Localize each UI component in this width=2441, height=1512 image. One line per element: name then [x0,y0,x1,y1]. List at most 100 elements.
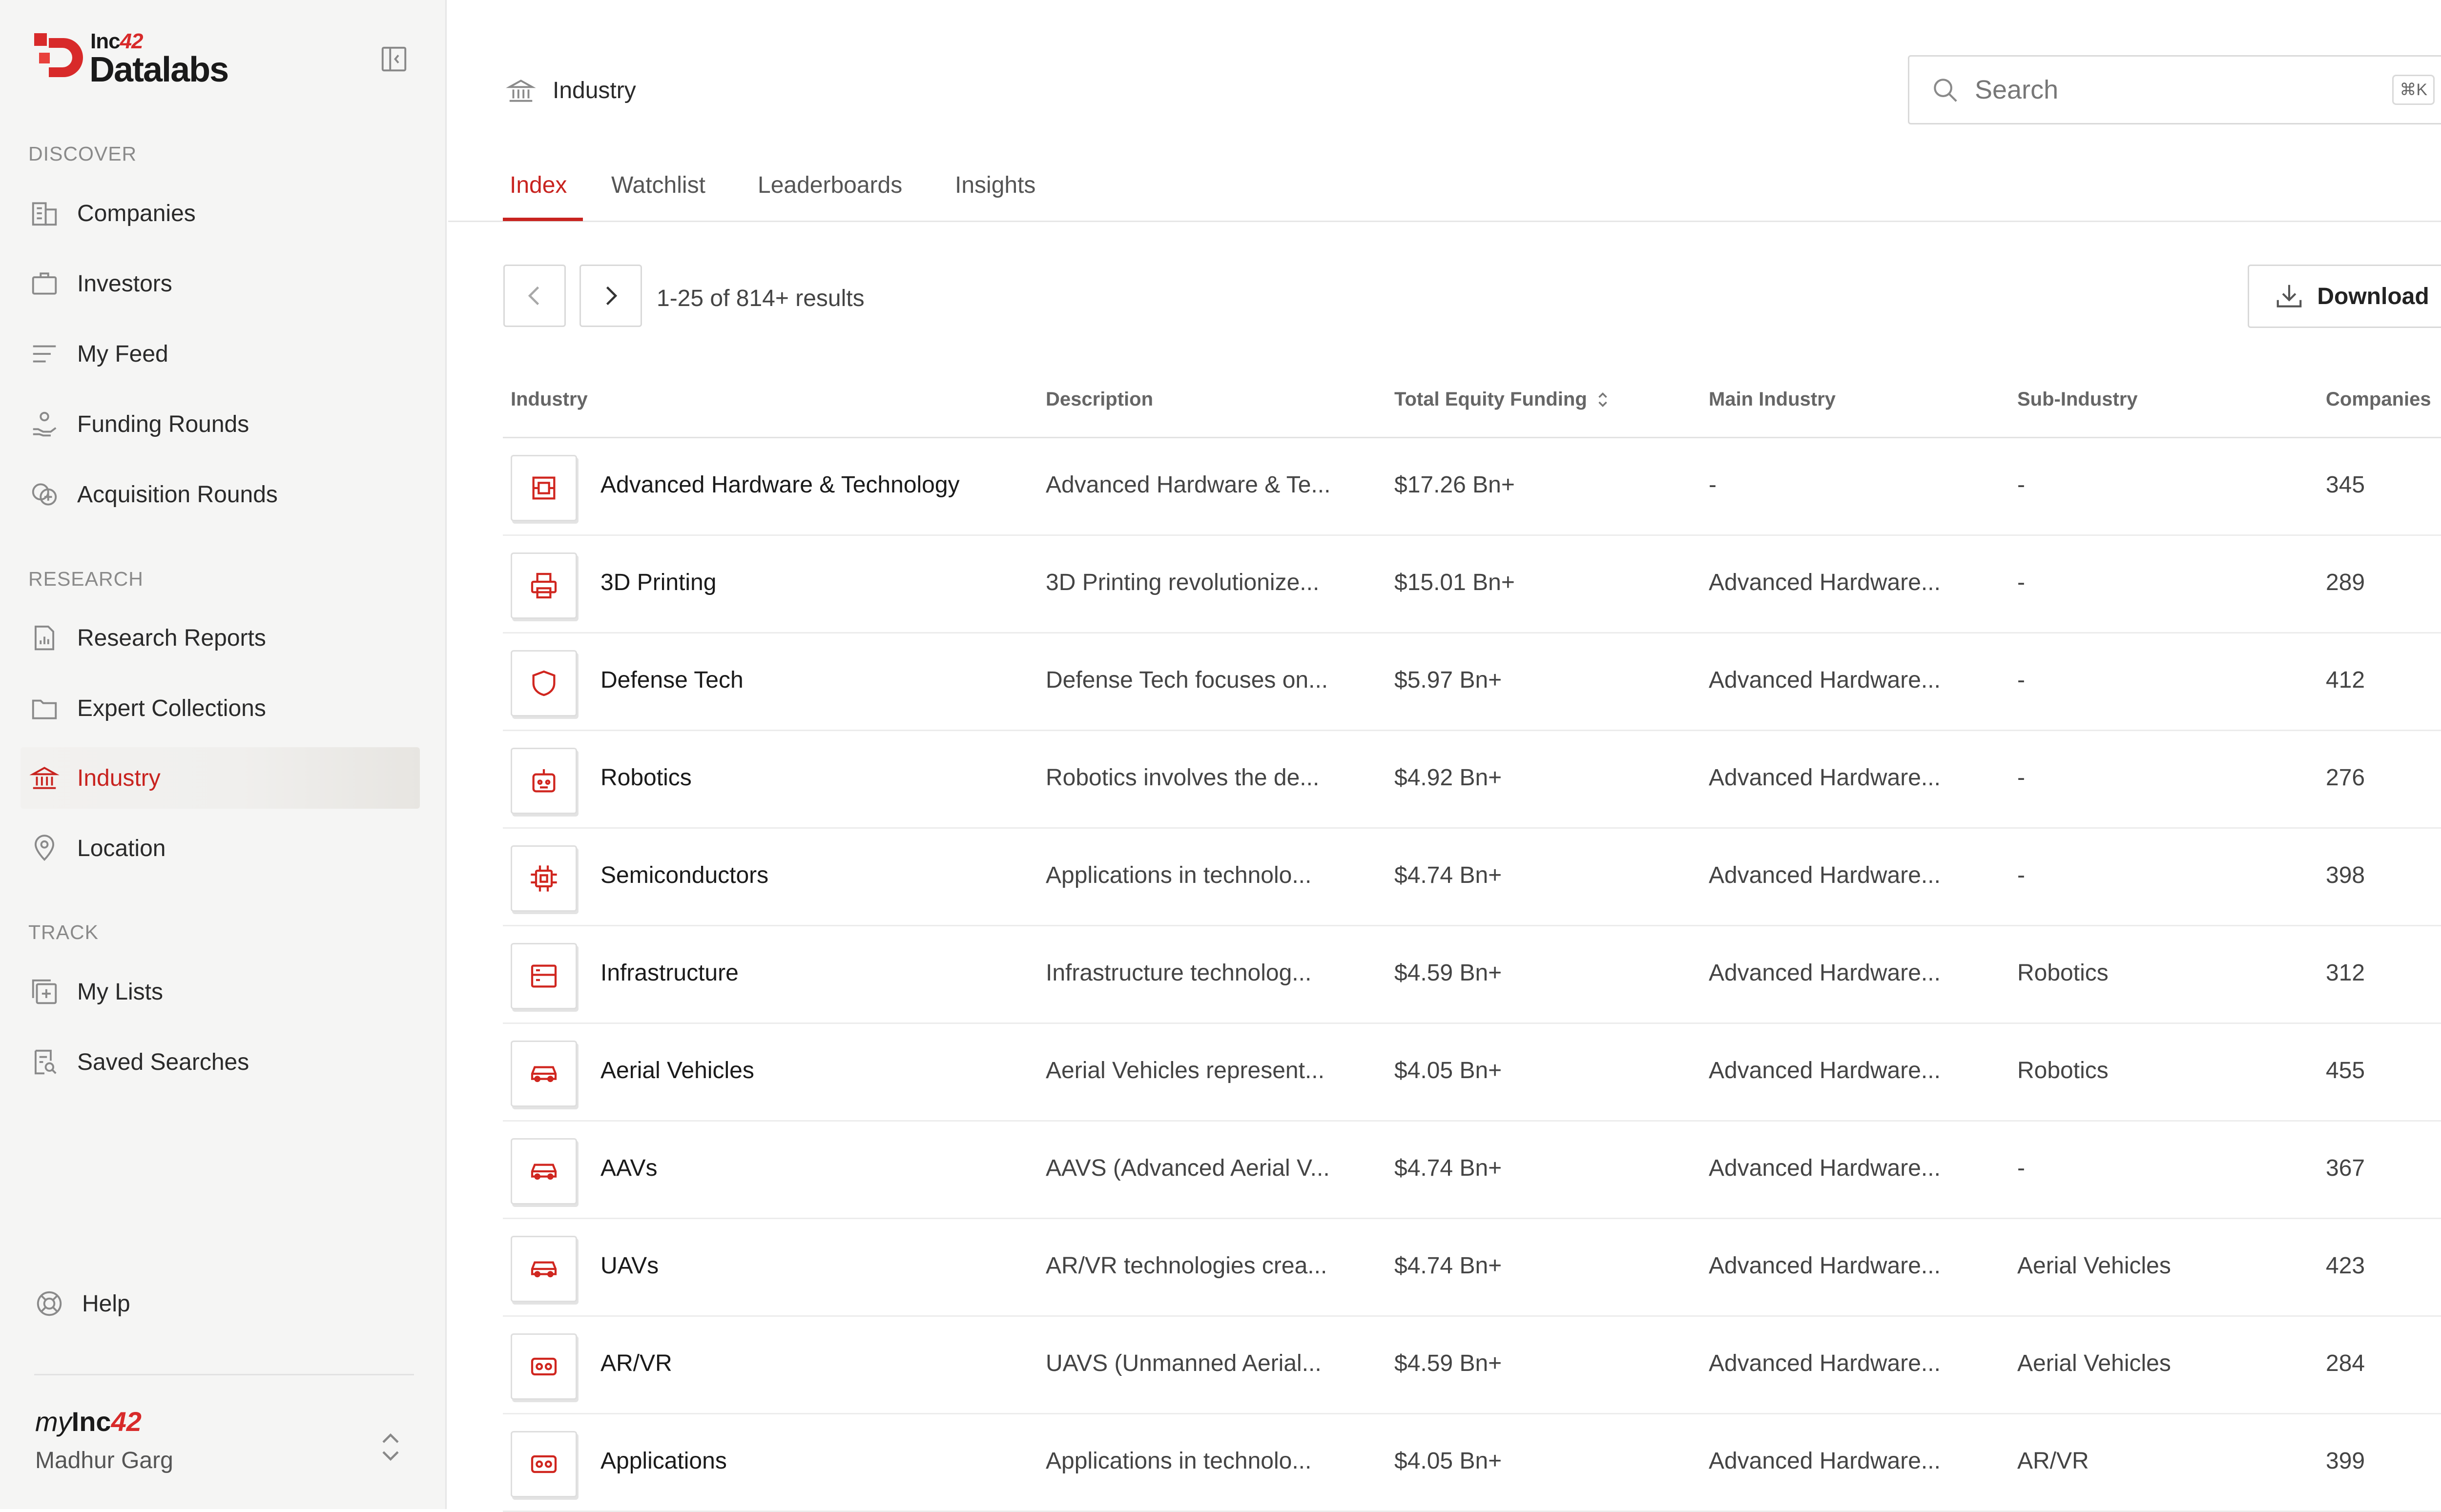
car-icon [531,1164,557,1180]
sidebar-item-my-lists[interactable]: My Lists [21,961,420,1022]
description-cell: UAVS (Unmanned Aerial... [1046,1350,1322,1376]
description-cell: Applications in technolo... [1046,862,1312,888]
table-row[interactable]: AR/VR UAVS (Unmanned Aerial... $4.59 Bn+ Ad… [503,1317,2441,1414]
collapse-sidebar-icon[interactable] [379,44,409,74]
industry-name-link[interactable]: Advanced Hardware & Technology [600,471,960,498]
printer-icon [531,572,557,599]
sidebar-item-label: Funding Rounds [77,411,249,437]
next-page-button[interactable] [579,265,642,327]
download-icon [2277,285,2302,307]
funding-cell: $4.92 Bn+ [1394,765,1502,791]
main-industry-cell: Advanced Hardware... [1709,570,1941,595]
funding-cell: $5.97 Bn+ [1394,667,1502,693]
table-row[interactable]: Applications Applications in technolo... $… [503,1414,2441,1512]
myinc-logo: myInc42 [35,1406,142,1437]
sidebar-item-label: Companies [77,200,196,226]
results-count: 1-25 of 814+ results [657,286,865,311]
sidebar-item-industry[interactable]: Industry [21,747,420,809]
building-icon [32,202,57,226]
industry-name-link[interactable]: AAVs [600,1155,657,1182]
tab-insights[interactable]: Insights [955,172,1035,199]
sidebar-item-saved-searches[interactable]: Saved Searches [21,1031,420,1093]
industry-name-link[interactable]: Robotics [600,764,692,791]
industry-name-link[interactable]: Infrastructure [600,960,739,986]
industry-name-link[interactable]: Semiconductors [600,862,768,889]
sidebar-item-funding-rounds[interactable]: Funding Rounds [21,393,420,455]
sidebar-item-location[interactable]: Location [21,817,420,879]
sidebar-item-label: Acquisition Rounds [77,481,278,508]
sidebar: Inc42 Datalabs DISCOVER Companies Invest… [0,0,447,1509]
sub-industry-cell: - [2017,570,2025,595]
main-industry-cell: - [1709,472,1717,498]
table-row[interactable]: Aerial Vehicles Aerial Vehicles represent… [503,1024,2441,1122]
sort-descending-icon [2438,390,2441,409]
sidebar-item-acquisition-rounds[interactable]: Acquisition Rounds [21,464,420,525]
briefcase-icon [32,272,57,295]
table-row[interactable]: Robotics Robotics involves the de... $4.92… [503,731,2441,829]
industry-icon-tile [511,552,577,619]
companies-count-cell: 312 [2326,960,2365,986]
help-link[interactable]: Help [34,1288,130,1319]
table-row[interactable]: Defense Tech Defense Tech focuses on... $5… [503,633,2441,731]
column-header-industry[interactable]: Industry [511,388,588,410]
companies-count-cell: 289 [2326,570,2365,595]
description-cell: Robotics involves the de... [1046,765,1320,791]
sidebar-item-investors[interactable]: Investors [21,253,420,314]
table-row[interactable]: UAVs AR/VR technologies crea... $4.74 Bn+ A… [503,1219,2441,1317]
saved-search-icon [34,1049,57,1075]
search-input[interactable]: Search ⌘K [1908,55,2441,124]
description-cell: AR/VR technologies crea... [1046,1253,1327,1279]
sidebar-item-companies[interactable]: Companies [21,183,420,244]
industry-icon-tile [511,1431,577,1497]
section-research: RESEARCH [28,568,144,590]
sidebar-item-research-reports[interactable]: Research Reports [21,607,420,669]
logo-product-name: Datalabs [89,50,229,89]
column-header-description[interactable]: Description [1046,388,1153,410]
table-row[interactable]: Advanced Hardware & Technology Advanced H… [503,438,2441,536]
sidebar-item-my-feed[interactable]: My Feed [21,323,420,385]
description-cell: Applications in technolo... [1046,1448,1312,1474]
industry-name-link[interactable]: Defense Tech [600,667,744,694]
funding-hand-icon [33,411,57,437]
sidebar-item-label: My Feed [77,341,168,367]
companies-count-cell: 284 [2326,1350,2365,1376]
sidebar-item-label: Research Reports [77,625,266,651]
sub-industry-cell: Aerial Vehicles [2017,1253,2171,1279]
account-switcher-chevron-icon[interactable] [376,1428,405,1467]
funding-cell: $4.59 Bn+ [1394,1350,1502,1376]
table-row[interactable]: Semiconductors Applications in technolo..… [503,829,2441,926]
column-header-companies[interactable]: Companies [2326,388,2441,410]
funding-cell: $17.26 Bn+ [1394,472,1515,498]
previous-page-button[interactable] [503,265,566,327]
industry-name-link[interactable]: Applications [600,1448,727,1474]
table-row[interactable]: AAVs AAVS (Advanced Aerial V... $4.74 Bn+ A… [503,1122,2441,1219]
description-cell: Defense Tech focuses on... [1046,667,1328,693]
datalabs-logo-mark-icon [34,33,83,77]
column-header-sub-industry[interactable]: Sub-Industry [2017,388,2138,410]
sort-toggle-icon [1598,392,1607,407]
tab-index[interactable]: Index [510,172,567,199]
funding-cell: $4.74 Bn+ [1394,1253,1502,1279]
funding-cell: $4.05 Bn+ [1394,1448,1502,1474]
sidebar-item-expert-collections[interactable]: Expert Collections [21,677,420,739]
tab-leaderboards[interactable]: Leaderboards [758,172,902,199]
industry-name-link[interactable]: UAVs [600,1252,659,1279]
companies-count-cell: 399 [2326,1448,2365,1474]
download-button[interactable]: Download [2248,265,2441,328]
column-header-total-equity-funding[interactable]: Total Equity Funding [1394,388,1612,410]
list-plus-icon [32,979,57,1004]
table-row[interactable]: 3D Printing 3D Printing revolutionize... $… [503,536,2441,633]
chevron-left-icon [528,286,539,306]
search-placeholder: Search [1975,75,2059,104]
column-header-main-industry[interactable]: Main Industry [1709,388,1836,410]
industry-name-link[interactable]: 3D Printing [600,569,716,596]
tab-watchlist[interactable]: Watchlist [611,172,705,199]
sidebar-divider [34,1374,414,1375]
table-row[interactable]: Infrastructure Infrastructure technolog..… [503,926,2441,1024]
industry-name-link[interactable]: Aerial Vehicles [600,1057,754,1084]
sidebar-item-label: Industry [77,765,161,791]
main-industry-cell: Advanced Hardware... [1709,667,1941,693]
industry-name-link[interactable]: AR/VR [600,1350,672,1377]
page-title: Industry [553,78,636,103]
hardware-chip-icon [532,476,556,500]
